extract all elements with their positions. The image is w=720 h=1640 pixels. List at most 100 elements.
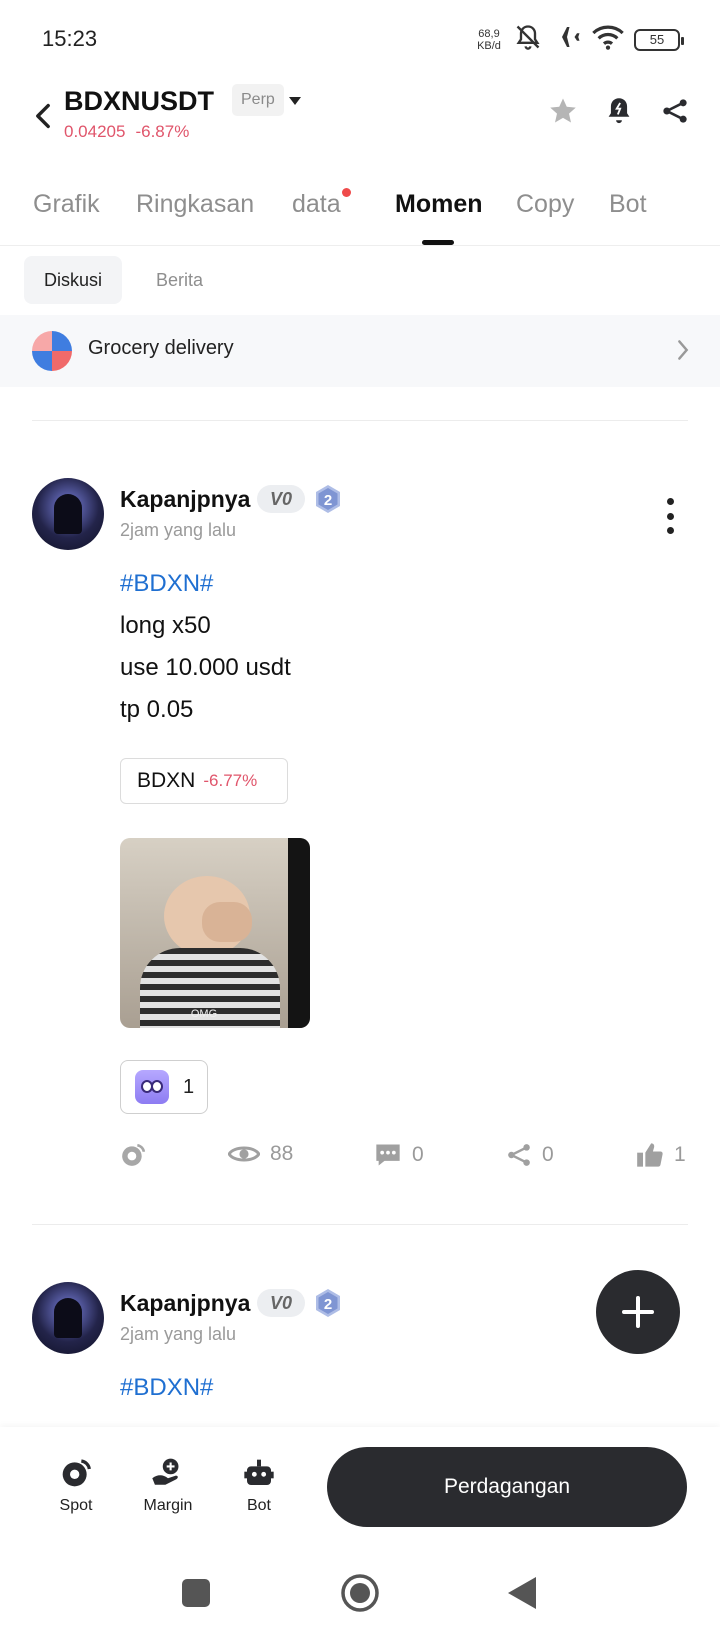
chevron-right-icon	[678, 340, 689, 360]
recent-apps-button[interactable]	[174, 1571, 218, 1615]
pair-title[interactable]: BDXNUSDT	[64, 86, 214, 117]
contract-type-badge: Perp	[232, 84, 284, 116]
caret-down-icon	[289, 97, 301, 105]
margin-icon	[152, 1458, 179, 1485]
status-time: 15:23	[42, 26, 98, 51]
hashtag-link[interactable]: #BDXN#	[120, 1374, 213, 1402]
post-time: 2jam yang lalu	[120, 1324, 237, 1344]
create-post-button[interactable]	[596, 1270, 680, 1354]
back-nav-button[interactable]	[500, 1571, 544, 1615]
last-price: 0.04205	[64, 122, 126, 141]
tip-button[interactable]	[120, 1142, 146, 1168]
battery-icon: 55	[634, 28, 684, 51]
home-circle-icon	[341, 1574, 379, 1612]
back-button[interactable]	[28, 98, 58, 134]
shocked-face-icon	[135, 1070, 169, 1104]
airplane-icon	[552, 22, 582, 57]
post-time: 2jam yang lalu	[120, 520, 237, 540]
svg-text:2: 2	[324, 1296, 332, 1313]
views-counter: 88	[228, 1142, 293, 1166]
post-gif-image[interactable]: OMG	[120, 838, 310, 1028]
status-bar: 15:23 68,9 KB/d 55	[0, 0, 720, 80]
chevron-left-icon	[36, 103, 50, 129]
vip-badge: V0	[257, 1289, 305, 1317]
eye-icon	[228, 1146, 260, 1162]
tab-data[interactable]: data	[292, 188, 351, 219]
tab-data-label: data	[292, 190, 341, 218]
active-tab-indicator	[422, 240, 454, 245]
coin-chip[interactable]: BDXN -6.77%	[120, 758, 288, 804]
coin-icon	[122, 1143, 146, 1166]
nav-margin-label: Margin	[143, 1497, 193, 1514]
promo-text: Grocery delivery	[88, 337, 234, 359]
price-alert-button[interactable]	[602, 94, 636, 128]
network-speed-unit: KB/d	[477, 39, 501, 52]
nav-bot[interactable]: Bot	[219, 1455, 299, 1515]
post-text-line: long x50	[120, 612, 211, 639]
subtab-berita[interactable]: Berita	[136, 256, 223, 304]
gif-caption: OMG	[190, 1008, 218, 1020]
spot-icon	[62, 1459, 91, 1487]
divider	[32, 420, 688, 421]
plus-icon	[622, 1296, 654, 1328]
username[interactable]: Kapanjpnya	[120, 1290, 250, 1317]
reaction-count: 1	[183, 1075, 195, 1098]
like-button[interactable]: 1	[636, 1142, 686, 1168]
share-icon	[663, 99, 687, 123]
vip-badge: V0	[257, 485, 305, 513]
avatar[interactable]	[32, 1282, 104, 1354]
home-button[interactable]	[338, 1571, 382, 1615]
reaction-button[interactable]: 1	[120, 1060, 208, 1114]
svg-text:2: 2	[324, 492, 332, 509]
favorite-button[interactable]	[546, 94, 580, 128]
more-options-button[interactable]	[660, 498, 680, 534]
tab-ringkasan[interactable]: Ringkasan	[136, 190, 254, 219]
promo-logo	[32, 331, 72, 371]
trade-button[interactable]: Perdagangan	[327, 1447, 687, 1527]
wifi-icon	[592, 23, 624, 56]
bell-muted-icon	[514, 23, 542, 56]
post-card: Kapanjpnya V0 2 2jam yang lalu #BDXN# lo…	[0, 478, 720, 1198]
level-badge: 2	[314, 1288, 342, 1318]
tab-momen[interactable]: Momen	[395, 190, 483, 219]
subtab-diskusi[interactable]: Diskusi	[24, 256, 123, 304]
price-change: -6.87%	[135, 122, 190, 141]
promo-banner[interactable]: Grocery delivery	[0, 315, 720, 387]
post-actions: 88 0 0 1	[120, 1142, 690, 1182]
avatar[interactable]	[32, 478, 104, 550]
nav-bot-label: Bot	[246, 1497, 271, 1514]
share-button[interactable]	[658, 94, 692, 128]
pair-dropdown-button[interactable]	[286, 92, 304, 110]
nav-spot[interactable]: Spot	[36, 1455, 116, 1515]
robot-icon	[244, 1459, 274, 1485]
post-text-line: tp 0.05	[120, 696, 194, 723]
share-post-button[interactable]: 0	[506, 1142, 554, 1168]
comment-icon	[376, 1144, 400, 1166]
hashtag-link[interactable]: #BDXN#	[120, 570, 213, 598]
share-count: 0	[542, 1143, 554, 1166]
nav-margin[interactable]: Margin	[128, 1455, 208, 1515]
network-speed: 68,9 KB/d	[474, 28, 504, 52]
pair-header: BDXNUSDT Perp 0.04205 -6.87%	[0, 80, 720, 160]
post-text-line: use 10.000 usdt	[120, 654, 291, 681]
username[interactable]: Kapanjpnya	[120, 486, 250, 513]
share-icon	[508, 1144, 530, 1166]
price-row: 0.04205 -6.87%	[64, 122, 189, 142]
star-icon	[550, 98, 576, 123]
coin-symbol: BDXN	[137, 769, 196, 792]
tab-bot[interactable]: Bot	[609, 190, 647, 219]
notification-dot	[341, 188, 351, 197]
market-tabs: Grafik Ringkasan data Momen Copy Bot	[0, 180, 720, 246]
like-count: 1	[674, 1143, 686, 1166]
coin-change: -6.77%	[203, 771, 258, 790]
divider	[32, 1224, 688, 1225]
thumbs-up-icon	[637, 1143, 663, 1167]
triangle-back-icon	[508, 1577, 536, 1609]
comment-count: 0	[412, 1143, 424, 1166]
bell-alert-icon	[608, 98, 630, 124]
comment-button[interactable]: 0	[374, 1142, 424, 1168]
system-navigation-bar	[0, 1547, 720, 1640]
tab-grafik[interactable]: Grafik	[33, 190, 100, 219]
tab-copy[interactable]: Copy	[516, 190, 574, 219]
status-icons: 68,9 KB/d 55	[474, 22, 684, 57]
